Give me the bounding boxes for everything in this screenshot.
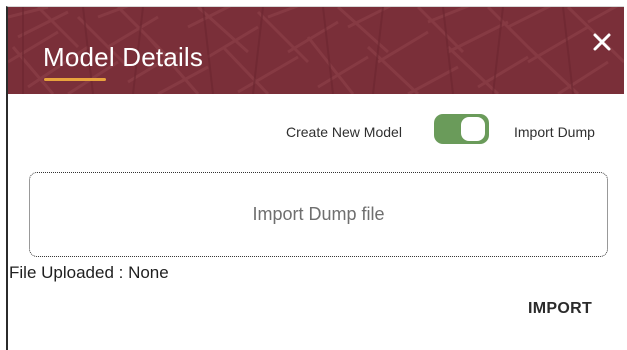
toggle-knob (461, 117, 485, 141)
import-button[interactable]: IMPORT (528, 300, 592, 318)
import-dump-label: Import Dump (514, 124, 595, 140)
dialog-title: Model Details (43, 42, 204, 72)
close-icon (593, 33, 611, 51)
mode-toggle-switch[interactable] (434, 114, 489, 144)
model-details-dialog: Model Details Create New Model Import Du… (6, 6, 624, 350)
create-new-model-label: Create New Model (286, 124, 402, 140)
dialog-header: Model Details (8, 7, 624, 94)
file-uploaded-status: File Uploaded : None (9, 263, 169, 282)
title-underline (44, 78, 106, 81)
dropzone-label: Import Dump file (252, 204, 385, 224)
close-button[interactable] (590, 30, 614, 54)
mode-toggle-row: Create New Model Import Dump (8, 114, 624, 150)
import-dump-dropzone[interactable]: Import Dump file (29, 172, 608, 257)
